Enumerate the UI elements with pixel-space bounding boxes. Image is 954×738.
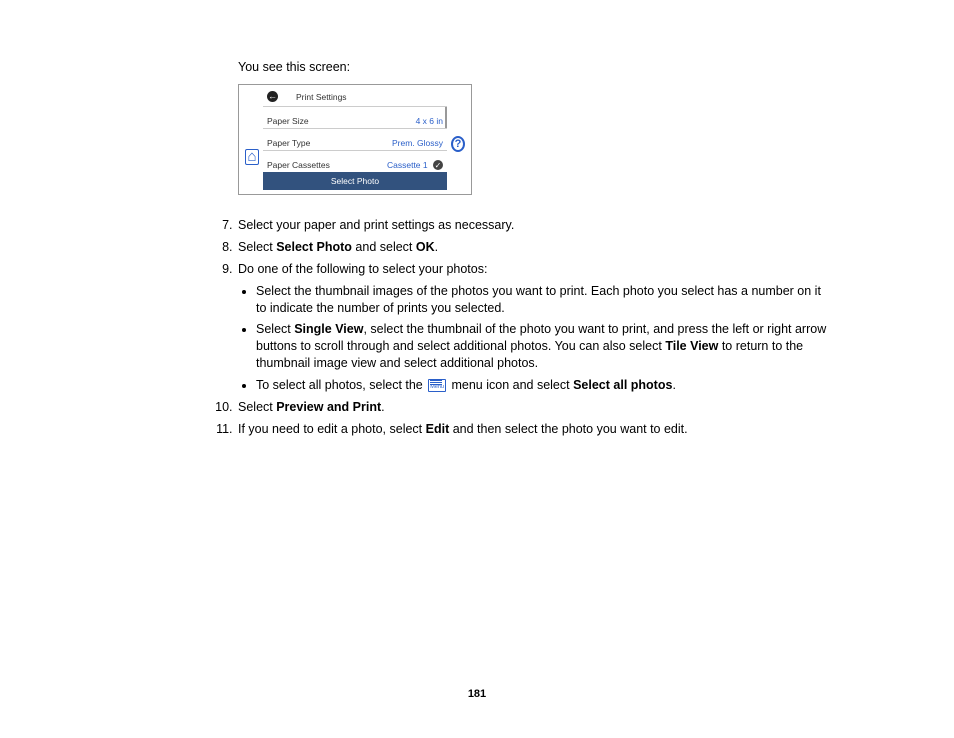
text: Select	[238, 240, 276, 254]
text: Do one of the following to select your p…	[238, 262, 487, 276]
step-9-sublist: Select the thumbnail images of the photo…	[238, 283, 834, 394]
bold: Single View	[294, 322, 363, 336]
setting-label: Paper Cassettes	[267, 160, 330, 170]
text: and then select the photo you want to ed…	[449, 422, 687, 436]
bold: Preview and Print	[276, 400, 381, 414]
bullet: Select the thumbnail images of the photo…	[256, 283, 834, 317]
text: .	[672, 378, 675, 392]
text: and select	[352, 240, 416, 254]
step-8: Select Select Photo and select OK.	[236, 239, 834, 256]
text: To select all photos, select the	[256, 378, 426, 392]
text: menu icon and select	[451, 378, 573, 392]
setting-label: Paper Size	[267, 116, 309, 126]
text: Select	[256, 322, 294, 336]
page-number: 181	[0, 688, 954, 700]
text: If you need to edit a photo, select	[238, 422, 426, 436]
document-page: You see this screen: ⌂ ← Print Settings …	[0, 0, 954, 738]
text: Select	[238, 400, 276, 414]
check-icon: ✓	[433, 160, 443, 170]
select-photo-button: Select Photo	[263, 172, 447, 190]
setting-label: Paper Type	[267, 138, 310, 148]
menu-icon-label: Menu	[430, 385, 444, 391]
bullet: To select all photos, select the Menu me…	[256, 377, 834, 394]
setting-value: 4 x 6 in	[416, 116, 443, 126]
bold: OK	[416, 240, 435, 254]
instruction-list: Select your paper and print settings as …	[218, 217, 834, 438]
text: .	[435, 240, 438, 254]
bold: Tile View	[665, 339, 718, 353]
bold: Select Photo	[276, 240, 352, 254]
text: .	[381, 400, 384, 414]
home-icon: ⌂	[245, 149, 259, 165]
back-icon: ←	[267, 91, 278, 102]
step-7: Select your paper and print settings as …	[236, 217, 834, 234]
bold: Select all photos	[573, 378, 672, 392]
setting-value: Cassette 1	[387, 160, 428, 170]
step-11: If you need to edit a photo, select Edit…	[236, 421, 834, 438]
step-10: Select Preview and Print.	[236, 399, 834, 416]
bold: Edit	[426, 422, 450, 436]
step-9: Do one of the following to select your p…	[236, 261, 834, 394]
intro-text: You see this screen:	[238, 60, 834, 74]
help-icon: ?	[451, 136, 465, 152]
print-settings-screenshot: ⌂ ← Print Settings Paper Size 4 x 6 in P…	[238, 84, 472, 195]
bullet: Select Single View, select the thumbnail…	[256, 321, 834, 372]
mock-title: Print Settings	[296, 92, 347, 102]
menu-icon: Menu	[428, 379, 446, 393]
setting-value: Prem. Glossy	[392, 138, 443, 148]
